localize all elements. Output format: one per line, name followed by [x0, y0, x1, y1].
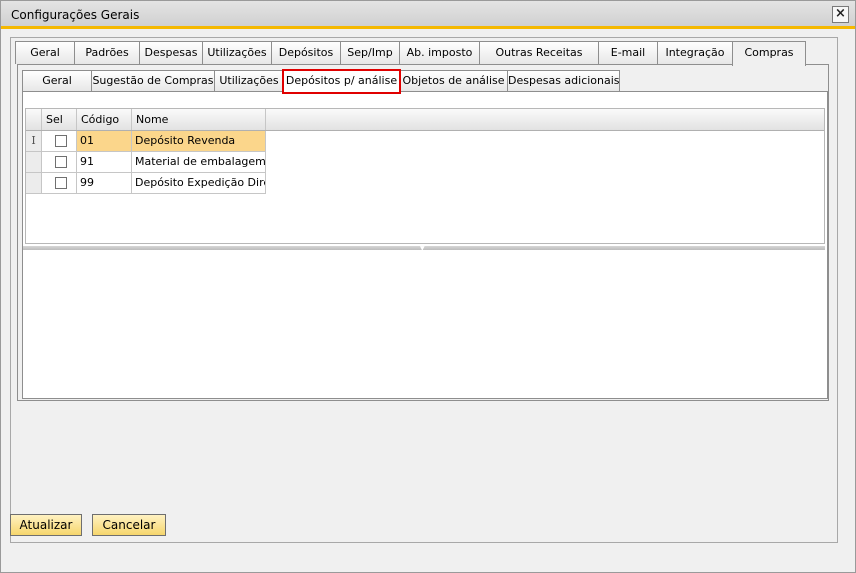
- splitter-handle[interactable]: ▼: [23, 245, 825, 252]
- table-row[interactable]: 91 Material de embalagem: [26, 152, 266, 173]
- row-marker-icon: I: [26, 131, 42, 152]
- tab-integracao[interactable]: Integração: [657, 41, 733, 64]
- code-cell[interactable]: 01: [77, 131, 132, 152]
- subtab-depositos-analise[interactable]: Depósitos p/ análise: [282, 69, 401, 94]
- column-header-sel[interactable]: Sel: [42, 109, 77, 130]
- tab-outras-receitas[interactable]: Outras Receitas: [479, 41, 599, 64]
- tab-geral[interactable]: Geral: [15, 41, 75, 64]
- row-header[interactable]: [26, 152, 42, 173]
- code-cell[interactable]: 99: [77, 173, 132, 194]
- tab-depositos[interactable]: Depósitos: [271, 41, 341, 64]
- tab-email[interactable]: E-mail: [598, 41, 658, 64]
- row-select-cell[interactable]: [42, 173, 77, 194]
- row-select-cell[interactable]: [42, 152, 77, 173]
- table-row[interactable]: 99 Depósito Expedição Direto: [26, 173, 266, 194]
- name-cell[interactable]: Depósito Expedição Direto: [132, 173, 266, 194]
- row-checkbox[interactable]: [55, 135, 67, 147]
- depositos-analise-panel: Sel Código Nome I 01 Depósito Revenda 91: [22, 91, 828, 399]
- compras-panel: Geral Sugestão de Compras Utilizações De…: [17, 64, 829, 401]
- row-checkbox[interactable]: [55, 156, 67, 168]
- window-title: Configurações Gerais: [11, 8, 140, 22]
- settings-window: Configurações Gerais × Geral Padrões Des…: [0, 0, 856, 573]
- subtab-utilizacoes[interactable]: Utilizações: [214, 70, 284, 91]
- subtab-despesas-adicionais[interactable]: Despesas adicionais: [507, 70, 620, 91]
- row-header-corner: [26, 109, 42, 130]
- chevron-down-icon: ▼: [420, 245, 425, 252]
- cancel-button[interactable]: Cancelar: [92, 514, 166, 536]
- tab-sep-imp[interactable]: Sep/Imp: [340, 41, 400, 64]
- tab-ab-imposto[interactable]: Ab. imposto: [399, 41, 480, 64]
- tab-padroes[interactable]: Padrões: [74, 41, 140, 64]
- name-cell[interactable]: Depósito Revenda: [132, 131, 266, 152]
- subtab-geral[interactable]: Geral: [22, 70, 92, 91]
- table-row[interactable]: I 01 Depósito Revenda: [26, 131, 266, 152]
- tab-compras[interactable]: Compras: [732, 41, 806, 66]
- update-button[interactable]: Atualizar: [10, 514, 82, 536]
- close-icon: ×: [835, 6, 846, 21]
- name-cell[interactable]: Material de embalagem: [132, 152, 266, 173]
- column-header-name[interactable]: Nome: [132, 109, 266, 130]
- row-select-cell[interactable]: [42, 131, 77, 152]
- row-checkbox[interactable]: [55, 177, 67, 189]
- subtab-objetos-analise[interactable]: Objetos de análise: [399, 70, 508, 91]
- tab-despesas[interactable]: Despesas: [139, 41, 203, 64]
- tab-utilizacoes[interactable]: Utilizações: [202, 41, 272, 64]
- title-bar: Configurações Gerais ×: [1, 1, 855, 29]
- code-cell[interactable]: 91: [77, 152, 132, 173]
- grid-header: Sel Código Nome: [26, 109, 824, 131]
- row-header[interactable]: [26, 173, 42, 194]
- column-header-code[interactable]: Código: [77, 109, 132, 130]
- dialog-content: Geral Padrões Despesas Utilizações Depós…: [10, 37, 838, 543]
- warehouse-grid: Sel Código Nome I 01 Depósito Revenda 91: [25, 108, 825, 244]
- subtab-sugestao-compras[interactable]: Sugestão de Compras: [91, 70, 215, 91]
- close-button[interactable]: ×: [832, 6, 849, 23]
